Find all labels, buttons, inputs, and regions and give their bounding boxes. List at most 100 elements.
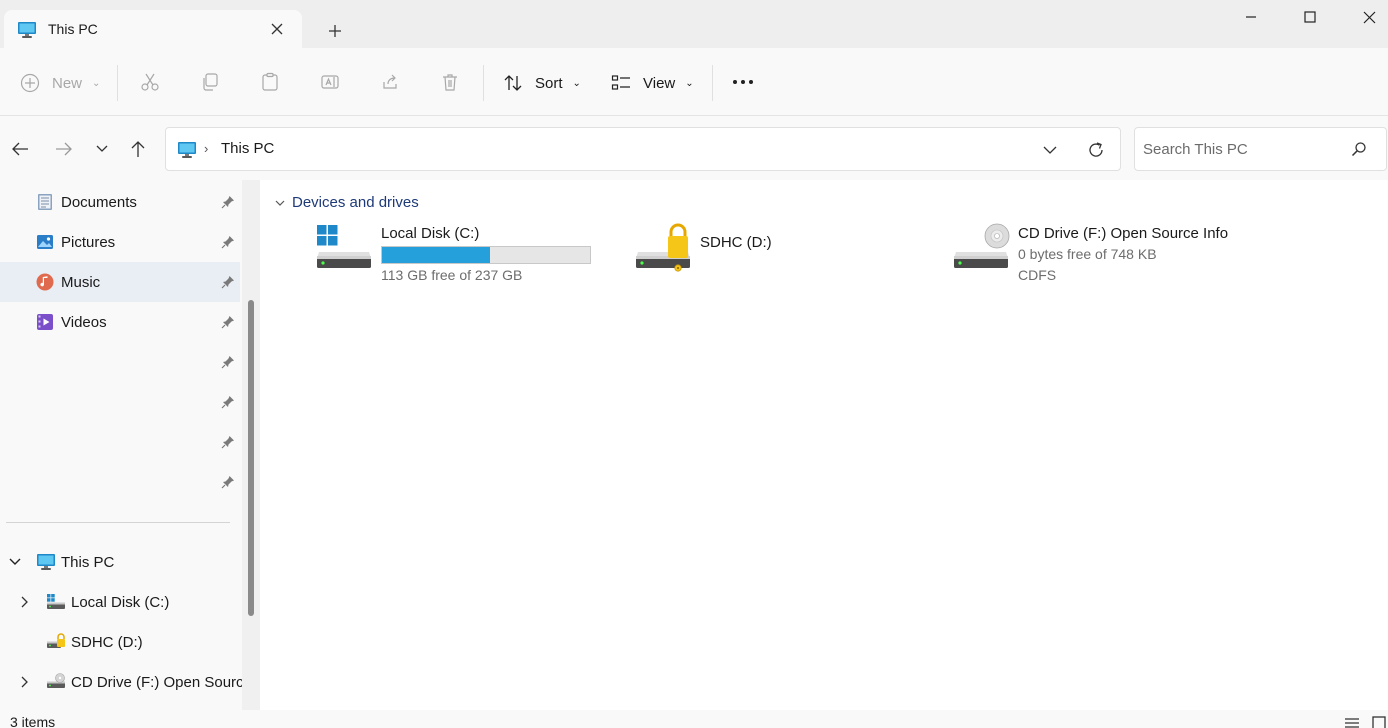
computer-icon	[17, 21, 37, 42]
toolbar-separator	[117, 65, 118, 101]
pin-icon[interactable]	[221, 195, 235, 209]
toolbar-separator	[483, 65, 484, 101]
maximize-icon	[1304, 11, 1316, 23]
new-button-label: New	[52, 74, 83, 92]
close-icon	[1363, 11, 1375, 23]
content-pane: Devices and drives Local Disk (C:) 113 G…	[262, 180, 1388, 710]
sidebar-item-pinned[interactable]	[0, 342, 240, 382]
address-history-button[interactable]	[1040, 140, 1060, 160]
drive-filesystem: CDFS	[1018, 267, 1057, 283]
plus-circle-icon	[20, 73, 40, 93]
maximize-button[interactable]	[1281, 0, 1339, 34]
search-box[interactable]	[1134, 127, 1387, 171]
pin-icon[interactable]	[221, 395, 235, 409]
tiles-view-icon	[1372, 716, 1386, 728]
chevron-right-icon[interactable]	[18, 595, 32, 609]
group-header-label: Devices and drives	[292, 194, 419, 211]
pin-icon[interactable]	[221, 235, 235, 249]
windows-drive-icon	[317, 222, 373, 274]
refresh-button[interactable]	[1086, 140, 1106, 160]
sort-icon	[504, 75, 522, 91]
forward-button[interactable]	[53, 138, 75, 160]
tree-item-local-disk-c[interactable]: Local Disk (C:)	[0, 582, 240, 622]
paste-button[interactable]	[258, 70, 282, 94]
minimize-button[interactable]	[1222, 0, 1280, 34]
share-icon	[383, 74, 397, 89]
pin-icon[interactable]	[221, 435, 235, 449]
tree-item-label: This PC	[61, 554, 115, 571]
pin-icon[interactable]	[221, 275, 235, 289]
cut-button[interactable]	[138, 70, 162, 94]
tiles-view-button[interactable]	[1372, 716, 1386, 728]
chevron-down-icon	[275, 200, 285, 206]
chevron-down-icon[interactable]	[8, 555, 22, 569]
breadcrumb-this-pc[interactable]: This PC	[221, 140, 274, 157]
view-icon	[611, 75, 630, 90]
clipboard-icon	[262, 72, 278, 91]
computer-icon	[36, 553, 56, 574]
sidebar-item-label: Documents	[61, 194, 137, 211]
tree-item-sdhc-d[interactable]: SDHC (D:)	[0, 622, 240, 662]
rename-button[interactable]	[318, 70, 342, 94]
locked-drive-icon	[46, 633, 66, 654]
scissors-icon	[141, 73, 159, 91]
sidebar-scrollbar-thumb[interactable]	[248, 300, 254, 616]
videos-icon	[36, 313, 54, 331]
sort-button[interactable]: Sort ⌄	[503, 68, 581, 98]
breadcrumb-chevron-icon[interactable]: ›	[204, 141, 208, 156]
sidebar-item-videos[interactable]: Videos	[0, 302, 240, 342]
group-header-devices[interactable]: Devices and drives	[274, 194, 419, 211]
list-view-icon	[1345, 718, 1359, 728]
sidebar-item-pinned[interactable]	[0, 422, 240, 462]
command-bar: New ⌄ Sort ⌄ View ⌄	[0, 48, 1388, 116]
new-button[interactable]: New ⌄	[20, 68, 100, 98]
view-button[interactable]: View ⌄	[611, 68, 694, 98]
chevron-down-icon: ⌄	[572, 77, 581, 89]
pin-icon[interactable]	[221, 315, 235, 329]
search-icon[interactable]	[1351, 141, 1367, 160]
chevron-right-icon[interactable]	[18, 675, 32, 689]
sidebar-item-pinned[interactable]	[0, 462, 240, 502]
computer-icon	[177, 141, 197, 162]
tree-item-this-pc[interactable]: This PC	[0, 542, 240, 582]
delete-button[interactable]	[438, 70, 462, 94]
tab-this-pc[interactable]: This PC	[4, 10, 302, 48]
recent-locations-button[interactable]	[91, 138, 113, 160]
sidebar-item-music[interactable]: Music	[0, 262, 240, 302]
refresh-icon	[1089, 142, 1103, 157]
view-button-label: View	[643, 74, 676, 92]
drive-tile-cd-drive-f[interactable]: CD Drive (F:) Open Source Info 0 bytes f…	[954, 222, 1254, 292]
title-bar: This PC	[0, 0, 1388, 48]
tree-item-cd-drive-f[interactable]: CD Drive (F:) Open Source Info	[0, 662, 260, 702]
more-options-button[interactable]	[731, 70, 755, 94]
close-tab-button[interactable]	[268, 20, 286, 38]
back-button[interactable]	[9, 138, 31, 160]
drive-free-space: 0 bytes free of 748 KB	[1018, 246, 1157, 262]
copy-button[interactable]	[198, 70, 222, 94]
search-input[interactable]	[1143, 138, 1343, 160]
pin-icon[interactable]	[221, 475, 235, 489]
new-tab-button[interactable]	[322, 18, 348, 44]
copy-icon	[203, 73, 218, 91]
rename-icon	[321, 75, 339, 89]
sidebar-item-label: Music	[61, 274, 101, 291]
close-window-button[interactable]	[1340, 0, 1388, 34]
drive-tile-sdhc-d[interactable]: SDHC (D:)	[636, 222, 926, 292]
tree-item-label: CD Drive (F:) Open Source Info	[71, 674, 260, 691]
windows-drive-icon	[46, 593, 66, 614]
locked-drive-icon	[636, 222, 692, 274]
drive-tile-local-disk-c[interactable]: Local Disk (C:) 113 GB free of 237 GB	[317, 222, 607, 292]
up-button[interactable]	[127, 138, 149, 160]
address-bar[interactable]: › This PC	[165, 127, 1121, 171]
sidebar-item-pinned[interactable]	[0, 382, 240, 422]
sidebar-item-pictures[interactable]: Pictures	[0, 222, 240, 262]
share-button[interactable]	[378, 70, 402, 94]
sort-button-label: Sort	[535, 74, 563, 92]
pin-icon[interactable]	[221, 355, 235, 369]
details-view-button[interactable]	[1344, 716, 1360, 728]
drive-name: SDHC (D:)	[700, 234, 772, 251]
sidebar-item-documents[interactable]: Documents	[0, 182, 240, 222]
drive-name: CD Drive (F:) Open Source Info	[1018, 225, 1229, 242]
music-icon	[36, 273, 54, 291]
documents-icon	[36, 193, 54, 211]
